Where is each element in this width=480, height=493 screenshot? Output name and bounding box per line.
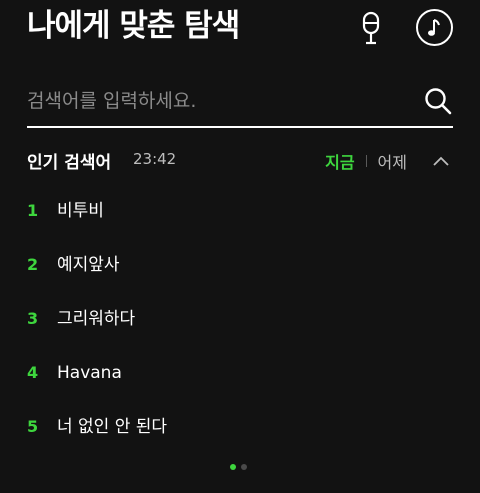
rank-number: 3 — [27, 309, 39, 328]
page-dot-active[interactable] — [230, 464, 236, 470]
chevron-up-icon — [433, 156, 449, 166]
rank-keyword: Havana — [57, 363, 122, 383]
trending-list: 1 비투비 2 예지앞사 3 그리워하다 4 Havana 5 너 없인 안 된… — [27, 200, 447, 470]
rank-keyword: 예지앞사 — [57, 255, 120, 275]
rank-keyword: 그리워하다 — [57, 309, 136, 329]
page-title: 나에게 맞춘 탐색 — [27, 8, 240, 44]
search-input[interactable] — [27, 84, 407, 118]
search-button[interactable] — [423, 86, 453, 116]
page-indicator — [230, 464, 247, 470]
tab-now[interactable]: 지금 — [325, 149, 354, 173]
trending-tabs: 지금 어제 — [325, 146, 453, 176]
rank-number: 5 — [27, 417, 39, 436]
tab-yesterday[interactable]: 어제 — [378, 149, 407, 173]
microphone-icon — [362, 11, 380, 45]
tab-divider — [365, 155, 367, 167]
list-item[interactable]: 5 너 없인 안 된다 — [27, 416, 447, 470]
list-item[interactable]: 1 비투비 — [27, 200, 447, 254]
rank-keyword: 너 없인 안 된다 — [57, 417, 168, 437]
trending-header: 인기 검색어 23:42 지금 어제 — [27, 146, 453, 176]
music-note-icon — [427, 18, 440, 36]
list-item[interactable]: 2 예지앞사 — [27, 254, 447, 308]
trending-title: 인기 검색어 — [27, 153, 112, 173]
rank-number: 1 — [27, 201, 39, 220]
list-item[interactable]: 3 그리워하다 — [27, 308, 447, 362]
list-item[interactable]: 4 Havana — [27, 362, 447, 416]
search-bar — [27, 78, 453, 128]
music-search-button[interactable] — [416, 9, 453, 46]
rank-number: 4 — [27, 363, 39, 382]
voice-search-button[interactable] — [353, 8, 389, 48]
header: 나에게 맞춘 탐색 — [27, 6, 457, 50]
page-dot[interactable] — [241, 464, 247, 470]
collapse-button[interactable] — [429, 149, 453, 173]
rank-keyword: 비투비 — [57, 201, 104, 221]
rank-number: 2 — [27, 255, 39, 274]
search-icon — [425, 88, 452, 115]
trending-time: 23:42 — [133, 150, 177, 168]
